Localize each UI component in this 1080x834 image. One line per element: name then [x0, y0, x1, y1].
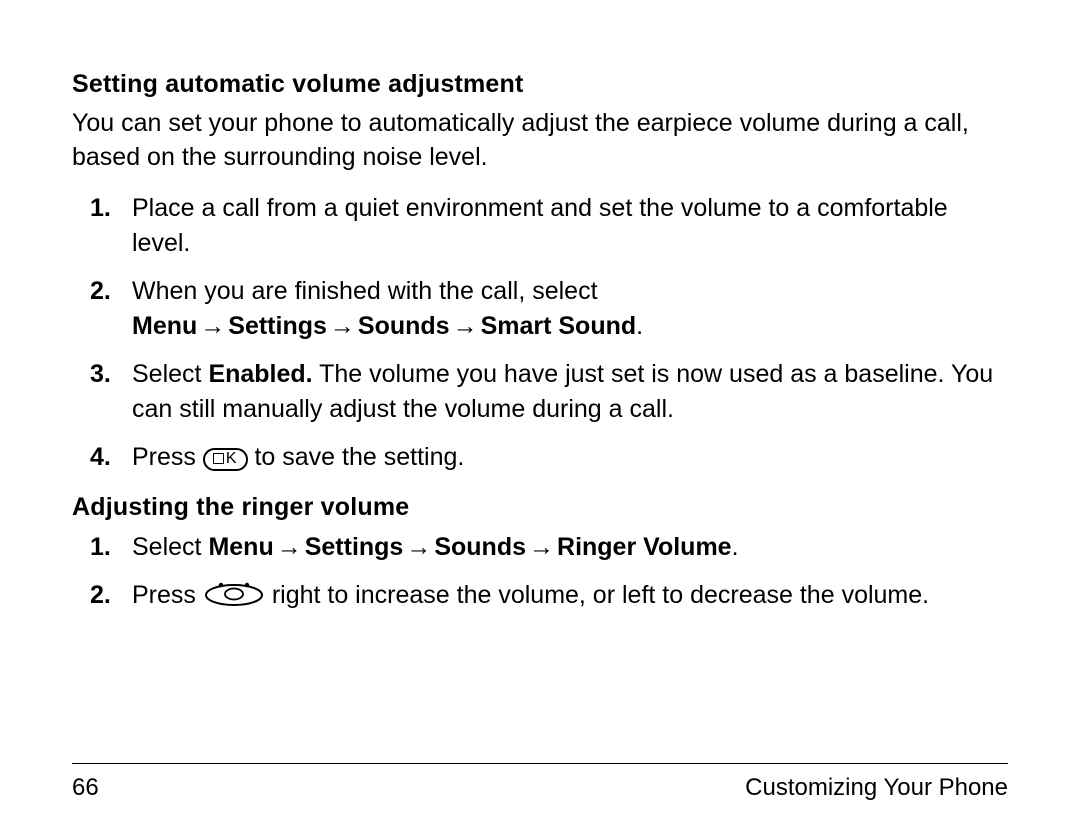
footer-section-title: Customizing Your Phone [745, 774, 1008, 802]
step-text-pre: Select [132, 533, 208, 561]
manual-page: Setting automatic volume adjustment You … [0, 0, 1080, 834]
menu-path-part: Sounds [434, 533, 526, 561]
arrow-icon: → [450, 312, 481, 340]
step-1: 1. Select Menu→Settings→Sounds→Ringer Vo… [72, 530, 1008, 566]
step-3: 3. Select Enabled. The volume you have j… [72, 357, 1008, 428]
step-trail: . [636, 312, 643, 340]
step-text-pre: Press [132, 581, 203, 609]
ok-button-icon: K [203, 448, 248, 471]
arrow-icon: → [197, 312, 228, 340]
arrow-icon: → [526, 533, 557, 561]
step-1: 1. Place a call from a quiet environment… [72, 191, 1008, 262]
step-number: 3. [90, 357, 111, 393]
step-number: 1. [90, 530, 111, 566]
step-text: When you are finished with the call, sel… [132, 277, 598, 305]
step-number: 2. [90, 274, 111, 310]
ok-label: K [226, 450, 238, 467]
step-4: 4. Press K to save the setting. [72, 440, 1008, 476]
step-2: 2. Press right to increase the volume, o… [72, 578, 1008, 620]
menu-path-part: Smart Sound [481, 312, 637, 340]
step-bold: Enabled. [208, 360, 312, 388]
step-number: 4. [90, 440, 111, 476]
steps-auto-volume: 1. Place a call from a quiet environment… [72, 191, 1008, 476]
step-number: 2. [90, 578, 111, 614]
arrow-icon: → [274, 533, 305, 561]
step-text: Place a call from a quiet environment an… [132, 194, 948, 258]
step-text-post: to save the setting. [254, 443, 464, 471]
step-text-post: right to increase the volume, or left to… [272, 581, 929, 609]
page-number: 66 [72, 774, 99, 802]
step-text-pre: Select [132, 360, 208, 388]
menu-path-part: Settings [228, 312, 327, 340]
footer-divider [72, 763, 1008, 764]
step-number: 1. [90, 191, 111, 227]
arrow-icon: → [403, 533, 434, 561]
step-text-pre: Press [132, 443, 203, 471]
steps-ringer-volume: 1. Select Menu→Settings→Sounds→Ringer Vo… [72, 530, 1008, 619]
menu-path-part: Ringer Volume [557, 533, 732, 561]
step-2: 2. When you are finished with the call, … [72, 274, 1008, 345]
arrow-icon: → [327, 312, 358, 340]
step-trail: . [732, 533, 739, 561]
menu-path-part: Menu [132, 312, 197, 340]
heading-ringer-volume: Adjusting the ringer volume [72, 493, 1008, 522]
heading-auto-volume: Setting automatic volume adjustment [72, 70, 1008, 99]
nav-key-icon [203, 579, 265, 620]
menu-path-part: Menu [208, 533, 273, 561]
menu-path-part: Sounds [358, 312, 450, 340]
page-footer: 66 Customizing Your Phone [72, 774, 1008, 802]
menu-path-part: Settings [305, 533, 404, 561]
intro-auto-volume: You can set your phone to automatically … [72, 107, 1008, 175]
